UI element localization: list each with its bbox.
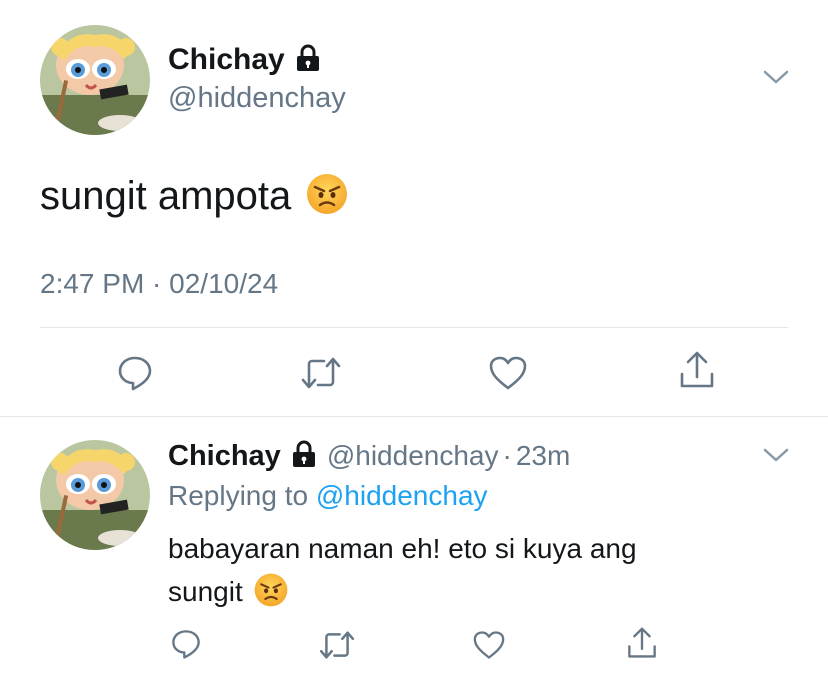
share-icon[interactable] xyxy=(678,350,716,390)
lock-icon xyxy=(295,44,321,77)
reply-display-name[interactable]: Chichay xyxy=(168,440,281,473)
time-ago[interactable]: 23m xyxy=(516,440,570,472)
retweet-icon[interactable] xyxy=(318,630,356,660)
reply-handle[interactable]: @hiddenchay xyxy=(327,440,499,472)
chevron-down-icon[interactable] xyxy=(762,68,790,91)
reply-icon[interactable] xyxy=(170,628,202,660)
like-icon[interactable] xyxy=(472,630,506,660)
tweet-text: sungit ampota xyxy=(40,173,292,218)
reply-text-line1: babayaran naman eh! eto si kuya ang xyxy=(168,533,637,564)
retweet-icon[interactable] xyxy=(300,356,342,390)
reply-avatar[interactable] xyxy=(40,440,150,550)
avatar[interactable] xyxy=(40,25,150,135)
angry-face-emoji xyxy=(305,172,349,221)
replying-to-link[interactable]: @hiddenchay xyxy=(316,480,488,511)
chevron-down-icon[interactable] xyxy=(762,446,790,469)
divider xyxy=(40,327,788,328)
like-icon[interactable] xyxy=(488,355,528,391)
display-name[interactable]: Chichay xyxy=(168,43,285,77)
lock-icon xyxy=(291,440,317,473)
share-icon[interactable] xyxy=(626,626,658,660)
section-divider xyxy=(0,416,828,417)
replying-to-label: Replying to xyxy=(168,480,309,511)
angry-face-emoji xyxy=(253,572,289,613)
reply-text-line2: sungit xyxy=(168,576,243,607)
timestamp[interactable]: 2:47 PM · 02/10/24 xyxy=(40,268,278,300)
handle[interactable]: @hiddenchay xyxy=(168,82,346,115)
reply-icon[interactable] xyxy=(116,354,154,392)
separator: · xyxy=(502,440,512,471)
